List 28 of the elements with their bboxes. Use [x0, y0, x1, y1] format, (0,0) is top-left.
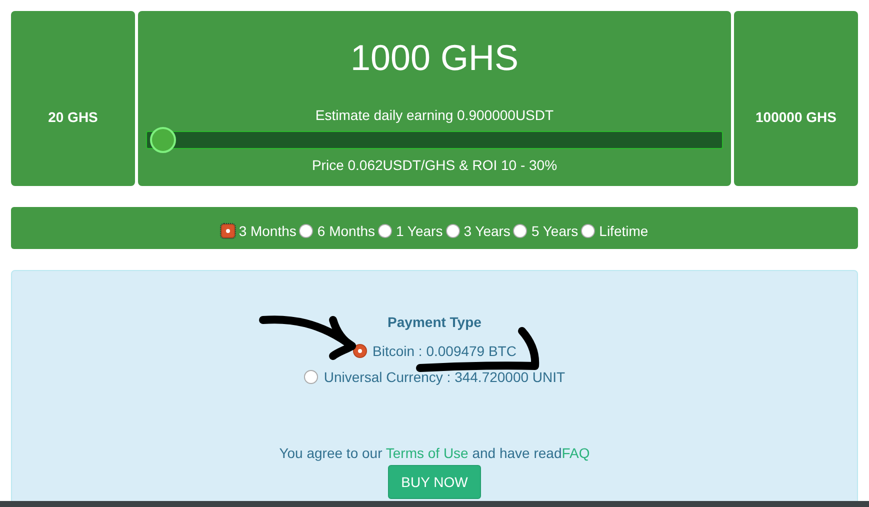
faq-link[interactable]: FAQ: [562, 445, 590, 461]
radio-button[interactable]: [446, 224, 460, 238]
period-label[interactable]: 5 Years: [531, 222, 578, 238]
slider-thumb[interactable]: [150, 127, 176, 153]
buy-now-button[interactable]: BUY NOW: [388, 465, 481, 499]
radio-button[interactable]: [581, 224, 596, 238]
period-label[interactable]: 3 Years: [464, 222, 510, 238]
radio-button[interactable]: [299, 224, 314, 238]
radio-button[interactable]: [304, 370, 318, 384]
payment-option-label[interactable]: Bitcoin : 0.009479 BTC: [372, 343, 516, 359]
price-text: Price 0.062USDT/GHS & ROI 10 - 30%: [312, 157, 558, 173]
agreement-text: You agree to our Terms of Use and have readFAQ: [279, 445, 590, 461]
hashrate-value: 1000 GHS: [350, 37, 519, 80]
radio-button[interactable]: [513, 224, 528, 238]
period-label[interactable]: 3 Months: [238, 222, 296, 238]
radio-button[interactable]: [352, 344, 366, 358]
radio-button[interactable]: [220, 224, 235, 238]
period-label[interactable]: 1 Years: [396, 222, 443, 238]
min-label: 20 GHS: [48, 109, 98, 125]
estimate-text: Estimate daily earning 0.900000USDT: [315, 107, 554, 123]
radio-button[interactable]: [378, 224, 392, 238]
slider[interactable]: [146, 127, 723, 153]
payment-option-label[interactable]: Universal Currency : 344.720000 UNIT: [324, 369, 566, 385]
max-label: 100000 GHS: [756, 109, 836, 125]
period-label[interactable]: 6 Months: [317, 222, 375, 238]
period-label[interactable]: Lifetime: [599, 222, 648, 238]
payment-title: Payment Type: [388, 314, 482, 330]
terms-link[interactable]: Terms of Use: [386, 445, 468, 461]
